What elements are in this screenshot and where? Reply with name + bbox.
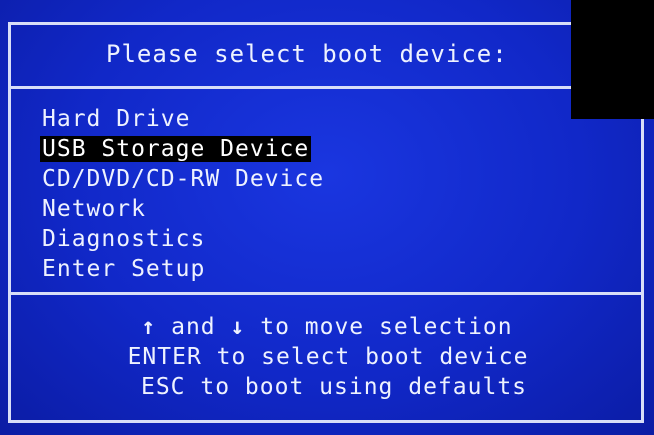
boot-option-diagnostics[interactable]: Diagnostics xyxy=(38,224,328,254)
boot-option-hard-drive[interactable]: Hard Drive xyxy=(38,104,328,134)
boot-option-label: USB Storage Device xyxy=(40,136,312,162)
boot-option-label: Enter Setup xyxy=(42,256,206,282)
bottom-divider xyxy=(10,292,642,295)
top-divider xyxy=(10,86,642,89)
help-move-line: ↑ and ↓ to move selection xyxy=(0,312,654,342)
bios-screen: Please select boot device: Hard Drive US… xyxy=(0,0,654,435)
help-enter-line: ENTER to select boot device xyxy=(127,344,529,370)
down-arrow-icon: ↓ xyxy=(230,314,246,340)
boot-menu-title: Please select boot device: xyxy=(106,40,508,68)
boot-option-label: CD/DVD/CD-RW Device xyxy=(42,166,325,192)
help-move-text: to move selection xyxy=(260,314,513,340)
boot-option-enter-setup[interactable]: Enter Setup xyxy=(38,254,328,284)
black-overlay-block xyxy=(571,0,654,119)
help-and-text: and xyxy=(171,314,216,340)
boot-option-cd-dvd[interactable]: CD/DVD/CD-RW Device xyxy=(38,164,328,194)
help-esc-line: ESC to boot using defaults xyxy=(140,374,528,400)
help-text: ↑ and ↓ to move selection ENTER to selec… xyxy=(0,312,654,402)
boot-option-network[interactable]: Network xyxy=(38,194,328,224)
boot-device-list: Hard Drive USB Storage Device CD/DVD/CD-… xyxy=(38,104,328,284)
boot-option-label: Network xyxy=(42,196,146,222)
boot-option-usb-storage[interactable]: USB Storage Device xyxy=(38,134,328,164)
boot-option-label: Diagnostics xyxy=(42,226,206,252)
up-arrow-icon: ↑ xyxy=(141,314,157,340)
boot-option-label: Hard Drive xyxy=(42,106,191,132)
